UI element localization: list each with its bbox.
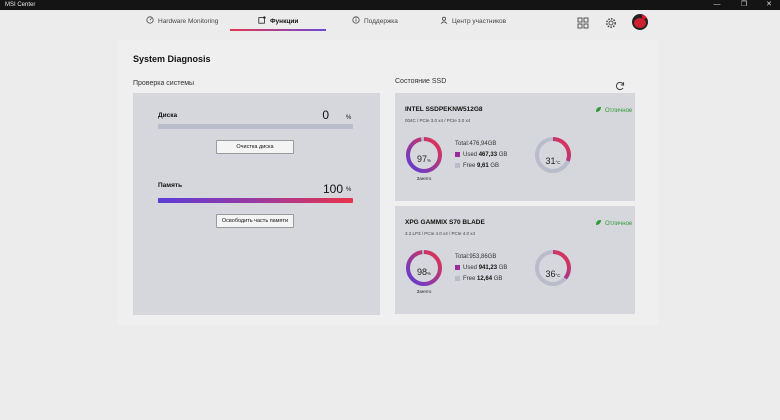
ssd-card-2: XPG GAMMIX S70 BLADE 3.2.LP3 / PCIe 4.0 … — [395, 206, 635, 314]
memory-usage-fill — [158, 198, 353, 203]
ssd-health-status: Отличное — [595, 106, 632, 115]
grid-icon[interactable] — [576, 16, 590, 30]
ssd-status-text: Отличное — [605, 107, 633, 114]
tab-member-center[interactable]: Центр участников — [440, 15, 506, 29]
ssd-total: Total:953,86GB — [455, 254, 497, 260]
ssd-used: Used 467,33 GB — [455, 152, 507, 158]
ssd-card-1: INTEL SSDPEKNW512G8 004C / PCIe 3.0 x4 /… — [395, 93, 635, 201]
ssd-spec: 3.2.LP3 / PCIe 4.0 x4 / PCIe 4.0 x4 — [405, 231, 476, 236]
usage-percent: 97 — [416, 154, 427, 164]
temperature-unit: °C — [555, 273, 561, 278]
temperature-label: 36°C — [533, 264, 573, 282]
temperature-value: 36 — [545, 269, 556, 279]
usage-donut-label: 98% Занято — [404, 262, 444, 298]
memory-label: Память — [158, 182, 183, 189]
refresh-icon[interactable] — [615, 78, 625, 91]
features-icon — [258, 15, 266, 29]
gear-icon[interactable] — [604, 16, 618, 30]
usage-percent: 98 — [416, 267, 427, 277]
temperature-unit: °C — [555, 160, 561, 165]
temperature-label: 31°C — [533, 151, 573, 169]
tab-label: Hardware Monitoring — [158, 18, 219, 25]
free-legend-marker — [455, 163, 460, 168]
tab-support[interactable]: Поддержка — [352, 15, 398, 29]
ssd-free: Free 9,61 GB — [455, 163, 499, 169]
disk-value: 0 — [322, 108, 329, 122]
support-icon — [352, 15, 360, 29]
tab-hardware-monitoring[interactable]: Hardware Monitoring — [146, 15, 218, 29]
used-legend-marker — [455, 152, 460, 157]
top-nav: Hardware Monitoring Функции Поддержка Це… — [0, 10, 780, 32]
gauge-icon — [146, 15, 154, 29]
tab-label: Поддержка — [364, 18, 398, 25]
ssd-name: XPG GAMMIX S70 BLADE — [405, 219, 485, 226]
ssd-status-title: Состояние SSD — [395, 78, 447, 85]
clean-disk-button[interactable]: Очистка диска — [216, 140, 294, 154]
title-bar: MSI Center — ❐ ✕ — [0, 0, 780, 10]
minimize-button[interactable]: — — [708, 0, 726, 10]
active-tab-indicator — [230, 29, 326, 31]
usage-unit: % — [427, 271, 432, 276]
temperature-value: 31 — [545, 156, 556, 166]
usage-caption: Занято — [416, 176, 432, 181]
ssd-total: Total:476,94GB — [455, 141, 497, 147]
memory-value: 100 — [322, 182, 343, 196]
maximize-button[interactable]: ❐ — [735, 0, 753, 10]
ssd-name: INTEL SSDPEKNW512G8 — [405, 106, 483, 113]
ssd-spec: 004C / PCIe 3.0 x4 / PCIe 3.0 x4 — [405, 118, 471, 123]
ssd-status-text: Отличное — [605, 220, 633, 227]
leaf-icon — [595, 219, 602, 228]
avatar[interactable] — [632, 14, 648, 30]
ssd-used: Used 941,23 GB — [455, 265, 507, 271]
usage-donut-label: 97% Занято — [404, 149, 444, 185]
disk-unit: % — [346, 115, 352, 121]
leaf-icon — [595, 106, 602, 115]
ssd-health-status: Отличное — [595, 219, 632, 228]
usage-unit: % — [427, 158, 432, 163]
memory-unit: % — [346, 187, 352, 193]
disk-usage-bar — [158, 124, 353, 129]
memory-usage-bar — [158, 198, 353, 203]
window-title: MSI Center — [5, 2, 36, 8]
user-icon — [440, 16, 448, 29]
system-check-panel: Диска 0 % Очистка диска Память 100 % Осв… — [133, 93, 380, 315]
usage-caption: Занято — [416, 289, 432, 294]
free-memory-button[interactable]: Освободить часть памяти — [216, 214, 294, 228]
used-legend-marker — [455, 265, 460, 270]
system-check-title: Проверка системы — [133, 80, 195, 87]
ssd-free: Free 12,64 GB — [455, 276, 502, 282]
tab-features[interactable]: Функции — [258, 15, 298, 29]
close-button[interactable]: ✕ — [760, 0, 778, 10]
page-title: System Diagnosis — [133, 54, 211, 64]
tab-label: Функции — [270, 18, 299, 25]
tab-label: Центр участников — [452, 18, 507, 25]
free-legend-marker — [455, 276, 460, 281]
notification-dot — [642, 14, 647, 19]
disk-label: Диска — [158, 112, 178, 119]
